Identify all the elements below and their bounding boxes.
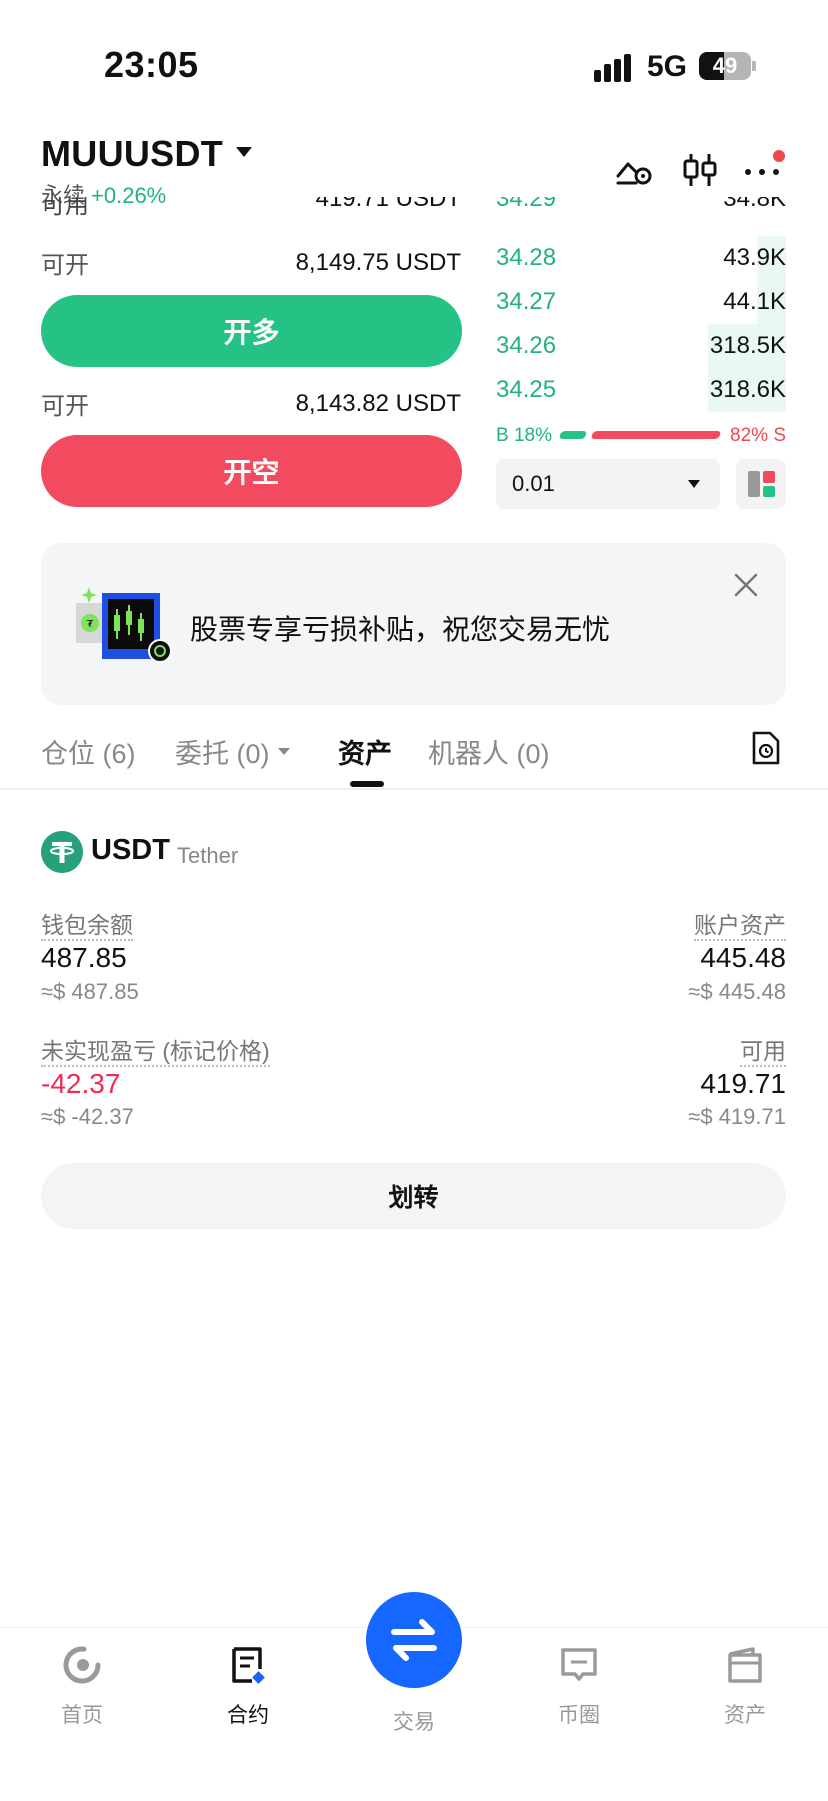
orderbook-qty: 43.9K <box>723 244 786 271</box>
tab-assets[interactable]: 资产 <box>338 732 392 771</box>
chevron-down-icon <box>688 480 700 488</box>
unrealized-pnl-value: -42.37 <box>41 1068 121 1099</box>
chat-icon <box>561 1648 597 1681</box>
account-equity-usd: ≈$ 445.48 <box>688 979 786 1004</box>
wallet-balance-usd: ≈$ 487.85 <box>41 979 139 1004</box>
tab-label: 委托 (0) <box>175 739 270 769</box>
orderbook-qty: 318.5K <box>709 332 786 359</box>
account-equity-label-wrap[interactable]: 账户资产 <box>694 906 786 941</box>
nav-contract[interactable]: 合约 <box>193 1645 303 1729</box>
orderbook-price: 34.27 <box>496 288 557 315</box>
wallet-icon <box>728 1647 762 1683</box>
contract-icon <box>232 1647 265 1684</box>
tab-label: 资产 <box>338 739 392 769</box>
orderbook-price: 34.25 <box>496 376 557 403</box>
orderbook-row[interactable]: 34.25 318.6K <box>496 368 786 412</box>
nav-home[interactable]: 首页 <box>27 1645 137 1729</box>
battery-level: 49 <box>712 53 738 78</box>
status-time: 23:05 <box>104 44 199 85</box>
tabs-divider <box>0 788 828 790</box>
wallet-balance-label[interactable]: 钱包余额 <box>41 912 133 941</box>
buy-ratio-label: B 18% <box>496 425 552 446</box>
tab-label: 机器人 (0) <box>428 739 550 769</box>
history-record-icon[interactable] <box>750 730 782 766</box>
orderbook-row[interactable]: 34.28 43.9K <box>496 236 786 280</box>
nav-label: 币圈 <box>558 1704 600 1727</box>
home-icon <box>63 1646 101 1684</box>
orderbook-layout-button[interactable] <box>736 459 786 509</box>
long-available-row: 可开 8,149.75 USDT <box>41 245 461 280</box>
pair-title[interactable]: MUUUSDT <box>41 133 223 175</box>
depth-precision-value: 0.01 <box>512 471 555 496</box>
asset-available-value: 419.71 <box>700 1068 786 1099</box>
nav-community[interactable]: 币圈 <box>524 1645 634 1729</box>
long-available-label: 可开 <box>41 252 89 279</box>
unrealized-pnl-label-wrap[interactable]: 未实现盈亏 (标记价格) <box>41 1032 270 1067</box>
available-label-wrap[interactable]: 可用 <box>740 1032 786 1067</box>
orderbook-qty: 44.1K <box>723 288 786 315</box>
available-row-clipped: 可用 419.71 USDT <box>41 197 461 225</box>
pair-dropdown-icon[interactable] <box>236 147 252 157</box>
usdt-coin-icon <box>41 831 83 873</box>
orderbook-row[interactable]: 34.26 318.5K <box>496 324 786 368</box>
available-label: 可用 <box>41 197 89 219</box>
tab-positions[interactable]: 仓位 (6) <box>41 732 136 771</box>
coin-full-name: Tether <box>177 843 239 868</box>
notification-dot <box>773 150 785 162</box>
sell-ratio-bar <box>590 431 722 439</box>
buy-sell-ratio: B 18% 82% S <box>496 425 786 447</box>
wallet-balance-value: 487.85 <box>41 942 127 973</box>
tab-bots[interactable]: 机器人 (0) <box>428 732 550 771</box>
nav-label: 资产 <box>724 1704 766 1727</box>
wallet-balance-label-wrap[interactable]: 钱包余额 <box>41 906 133 941</box>
buy-ratio-bar <box>558 431 588 439</box>
candlestick-chart-icon[interactable] <box>680 150 720 190</box>
orderbook-price: 34.28 <box>496 244 557 271</box>
tab-label: 仓位 (6) <box>41 739 136 769</box>
close-icon[interactable] <box>729 568 763 602</box>
trade-fab-button[interactable] <box>366 1592 462 1688</box>
battery-icon: 49 <box>699 52 751 80</box>
account-equity-value: 445.48 <box>700 942 786 973</box>
promo-illustration: ₮ <box>76 587 172 663</box>
transfer-button[interactable]: 划转 <box>41 1163 786 1229</box>
orderbook-row-clipped[interactable]: 34.29 34.8K <box>496 197 786 225</box>
unrealized-pnl-usd: ≈$ -42.37 <box>41 1104 134 1129</box>
coin-symbol: USDT <box>91 834 170 866</box>
short-available-row: 可开 8,143.82 USDT <box>41 386 461 421</box>
nav-label: 首页 <box>61 1704 103 1727</box>
depth-precision-select[interactable]: 0.01 <box>496 459 720 509</box>
network-label: 5G <box>647 50 688 83</box>
asset-available-label[interactable]: 可用 <box>740 1038 786 1067</box>
unrealized-pnl-label[interactable]: 未实现盈亏 (标记价格) <box>41 1038 270 1067</box>
nav-assets[interactable]: 资产 <box>690 1645 800 1729</box>
nav-label: 合约 <box>227 1704 269 1727</box>
price-alert-icon[interactable] <box>614 150 654 190</box>
svg-text:₮: ₮ <box>87 619 94 630</box>
open-long-button[interactable]: 开多 <box>41 295 462 367</box>
orderbook-qty: 318.6K <box>709 376 786 403</box>
available-value: 419.71 USDT <box>315 197 461 212</box>
signal-icon <box>594 54 634 82</box>
orderbook-row[interactable]: 34.27 44.1K <box>496 280 786 324</box>
short-available-label: 可开 <box>41 393 89 420</box>
nav-label[interactable]: 交易 <box>364 1706 464 1736</box>
active-tab-indicator <box>350 781 384 787</box>
sell-ratio-label: 82% S <box>730 425 786 446</box>
long-available-value: 8,149.75 USDT <box>295 248 461 276</box>
tab-orders[interactable]: 委托 (0) <box>175 732 290 771</box>
orderbook-qty: 34.8K <box>723 197 786 212</box>
orderbook-price: 34.26 <box>496 332 557 359</box>
banner-text: 股票专享亏损补贴，祝您交易无忧 <box>190 614 611 645</box>
asset-available-usd: ≈$ 419.71 <box>688 1104 786 1129</box>
open-short-button[interactable]: 开空 <box>41 435 462 507</box>
swap-icon <box>391 1619 437 1661</box>
orderbook-price: 34.29 <box>496 197 557 212</box>
battery-tip <box>752 61 756 71</box>
chevron-down-icon <box>277 748 290 755</box>
short-available-value: 8,143.82 USDT <box>295 389 461 417</box>
account-equity-label[interactable]: 账户资产 <box>694 912 786 941</box>
